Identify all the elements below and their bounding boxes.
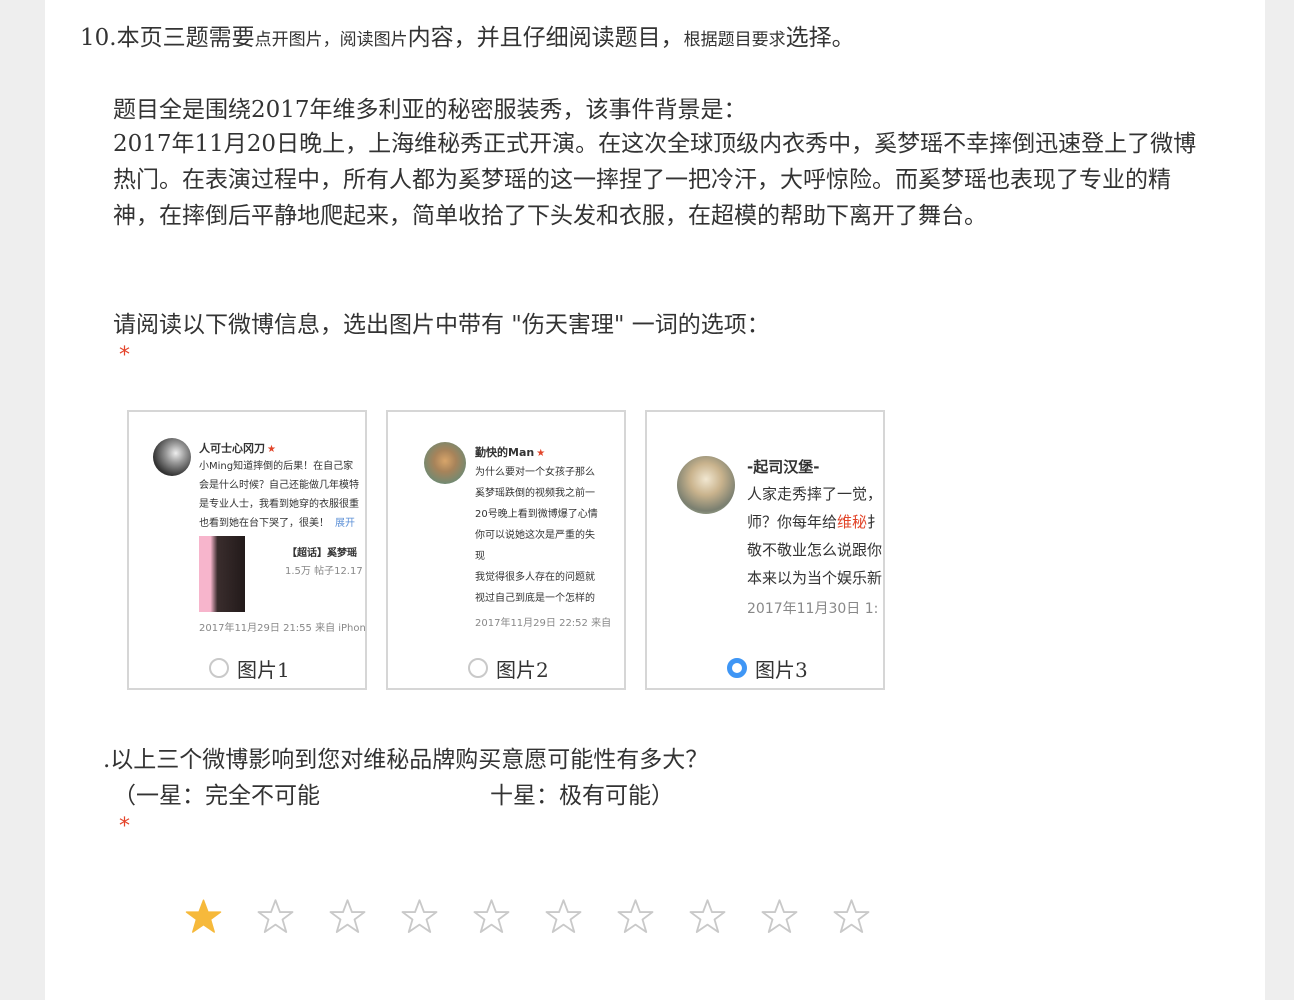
highlight-keyword: 维秘	[837, 513, 868, 531]
star-empty-icon[interactable]	[329, 898, 366, 935]
option-card-2[interactable]: 勤快的Man ★ 为什么要对一个女孩子那么 奚梦瑶跌倒的视频我之前一 20号晚上看…	[386, 410, 626, 690]
survey-page: 10.本页三题需要点开图片，阅读图片内容，并且仔细阅读题目，根据题目要求选择。 …	[45, 0, 1265, 1000]
question1-text: 请阅读以下微博信息，选出图片中带有 "伤天害理" 一词的选项：	[113, 312, 770, 338]
expand-link: 展开	[335, 518, 355, 529]
weibo-line: 现	[475, 551, 485, 562]
weibo-line: 20号晚上看到微博爆了心情	[475, 509, 598, 520]
weibo-line: 会是什么时候？自己还能做几年模特	[199, 480, 359, 491]
radio-button[interactable]	[468, 658, 488, 678]
topic-meta: 1.5万 帖子12.17	[285, 566, 363, 577]
weibo-screenshot-1[interactable]: 人可士心冈刀 ★ 小Ming知道摔倒的后果！在自己家 会是什么时候？自己还能做几年…	[129, 412, 366, 640]
header-part4: 根据题目要求	[683, 30, 786, 50]
weibo-screenshot-2[interactable]: 勤快的Man ★ 为什么要对一个女孩子那么 奚梦瑶跌倒的视频我之前一 20号晚上看…	[388, 412, 624, 640]
weibo-line: 敬不敬业怎么说跟你	[747, 541, 883, 559]
star-badge-icon: ★	[267, 444, 276, 455]
header-part3: 内容，并且仔细阅读题目，	[407, 25, 684, 51]
weibo-line: 本来以为当个娱乐新	[747, 569, 883, 587]
star-empty-icon[interactable]	[833, 898, 870, 935]
star-badge-icon: ★	[536, 448, 546, 459]
avatar	[424, 442, 466, 484]
required-mark: *	[119, 814, 130, 839]
background-body: 2017年11月20日晚上，上海维秘秀正式开演。在这次全球顶级内衣秀中，奚梦瑶不…	[113, 131, 1197, 229]
option-label: 图片2	[496, 657, 549, 682]
header-part5: 选择。	[785, 25, 855, 51]
star-empty-icon[interactable]	[761, 898, 798, 935]
star-rating[interactable]	[185, 898, 870, 935]
header-part1: 本页三题需要	[116, 25, 255, 51]
question2-text: .以上三个微博影响到您对维秘品牌购买意愿可能性有多大？	[103, 747, 709, 773]
scale-min-label: （一星：完全不可能	[113, 783, 320, 809]
weibo-username: -起司汉堡-	[747, 458, 820, 476]
star-empty-icon[interactable]	[401, 898, 438, 935]
photo-thumbnail	[199, 536, 245, 612]
question-header: 10.本页三题需要点开图片，阅读图片内容，并且仔细阅读题目，根据题目要求选择。	[80, 18, 855, 52]
weibo-screenshot-3[interactable]: -起司汉堡- 人家走秀摔了一觉， 师？你每年给维秘扌 敬不敬业怎么说跟你 本来以…	[647, 412, 883, 640]
weibo-username: 勤快的Man	[475, 446, 535, 459]
header-part2: 点开图片，阅读图片	[254, 30, 408, 50]
radio-button[interactable]	[209, 658, 229, 678]
scale-max-label: 十星：极有可能）	[490, 783, 674, 809]
weibo-line: 人家走秀摔了一觉，	[747, 485, 883, 503]
option-3[interactable]: 图片3	[727, 654, 808, 682]
weibo-line: 视过自己到底是一个怎样的	[475, 593, 595, 604]
option-2[interactable]: 图片2	[468, 654, 549, 682]
option-card-1[interactable]: 人可士心冈刀 ★ 小Ming知道摔倒的后果！在自己家 会是什么时候？自己还能做几年…	[127, 410, 367, 690]
star-empty-icon[interactable]	[689, 898, 726, 935]
star-empty-icon[interactable]	[473, 898, 510, 935]
weibo-line: 我觉得很多人存在的问题就	[475, 572, 595, 583]
weibo-line: 你可以说她这次是严重的失	[475, 530, 595, 541]
topic-title: 【超话】奚梦瑶	[287, 548, 357, 559]
option-label: 图片3	[755, 657, 808, 682]
avatar	[677, 456, 735, 514]
option-label: 图片1	[237, 657, 290, 682]
star-filled-icon[interactable]	[185, 898, 222, 935]
weibo-line: 师？你每年给维秘扌	[747, 513, 883, 531]
star-empty-icon[interactable]	[617, 898, 654, 935]
question-number: 10.	[80, 25, 117, 51]
option-card-3[interactable]: -起司汉堡- 人家走秀摔了一觉， 师？你每年给维秘扌 敬不敬业怎么说跟你 本来以…	[645, 410, 885, 690]
weibo-line: 是专业人士，我看到她穿的衣服很重	[199, 499, 359, 510]
weibo-line: 小Ming知道摔倒的后果！在自己家	[199, 461, 354, 472]
required-mark: *	[119, 343, 130, 368]
star-empty-icon[interactable]	[257, 898, 294, 935]
radio-button-selected[interactable]	[727, 658, 747, 678]
avatar	[153, 438, 191, 476]
weibo-line: 奚梦瑶跌倒的视频我之前一	[475, 488, 595, 499]
weibo-line: 为什么要对一个女孩子那么	[475, 467, 595, 478]
star-empty-icon[interactable]	[545, 898, 582, 935]
weibo-timestamp: 2017年11月29日 22:52 来自	[475, 618, 612, 629]
weibo-username: 人可士心冈刀	[199, 442, 265, 455]
weibo-timestamp: 2017年11月30日 1:	[747, 601, 879, 617]
option-1[interactable]: 图片1	[209, 654, 290, 682]
weibo-timestamp: 2017年11月29日 21:55 来自 iPhon	[199, 623, 366, 634]
weibo-line: 也看到她在台下哭了，很美！ 展开	[199, 518, 355, 529]
background-title: 题目全是围绕2017年维多利亚的秘密服装秀，该事件背景是：	[113, 97, 747, 123]
